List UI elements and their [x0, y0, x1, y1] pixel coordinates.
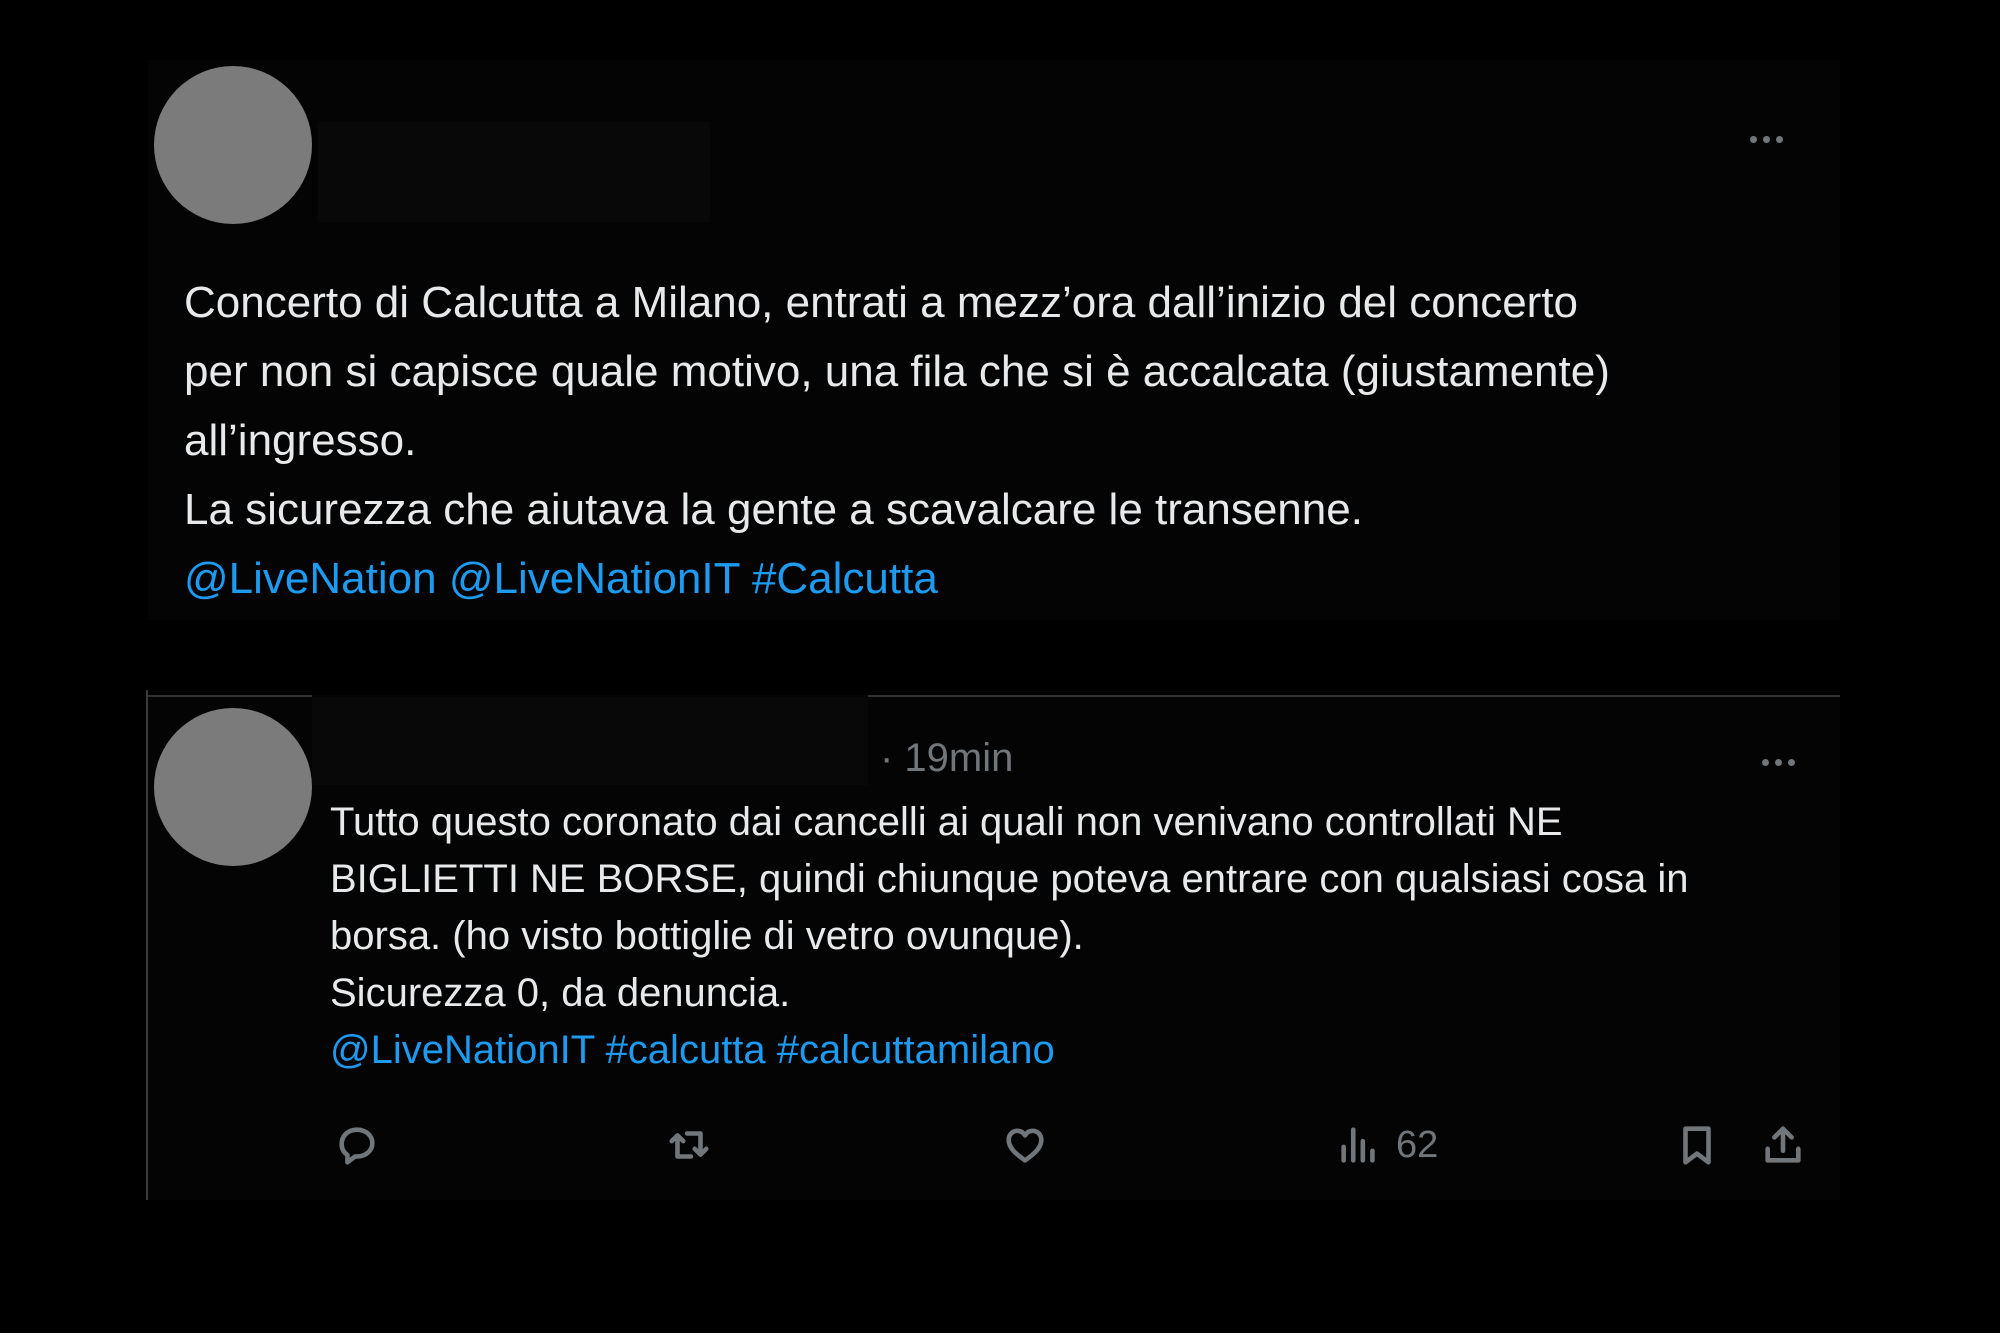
thread-line: [146, 690, 148, 1200]
reply-tags: @LiveNationIT #calcutta #calcuttamilano: [330, 1022, 1810, 1079]
mention-link[interactable]: @LiveNationIT: [330, 1028, 594, 1072]
mention-link[interactable]: @LiveNation: [184, 554, 437, 603]
reply-text: Tutto questo coronato dai cancelli ai qu…: [330, 794, 1810, 1079]
tweet-line: all’ingresso.: [184, 416, 417, 465]
reply-line: BIGLIETTI NE BORSE, quindi chiunque pote…: [330, 857, 1689, 901]
speech-bubble-icon: [339, 1127, 375, 1165]
reply-line: Tutto questo coronato dai cancelli ai qu…: [330, 800, 1563, 844]
bar-chart-icon: [1341, 1127, 1375, 1163]
timestamp[interactable]: · 19min: [880, 736, 1013, 781]
more-options-icon[interactable]: [1762, 759, 1795, 766]
tweet-line: per non si capisce quale motivo, una fil…: [184, 347, 1610, 396]
bookmark-icon: [1683, 1126, 1711, 1165]
tweet-line: Concerto di Calcutta a Milano, entrati a…: [184, 278, 1579, 327]
reply-line: borsa. (ho visto bottiglie di vetro ovun…: [330, 914, 1084, 958]
avatar[interactable]: [154, 66, 312, 224]
more-options-icon[interactable]: [1750, 136, 1783, 143]
retweet-icon: [669, 1131, 709, 1159]
divider: [148, 695, 312, 697]
retweet-button[interactable]: [666, 1122, 712, 1168]
tweet-tags: @LiveNation @LiveNationIT #Calcutta: [184, 544, 1824, 613]
divider: [868, 695, 1840, 697]
tweet-line: La sicurezza che aiutava la gente a scav…: [184, 485, 1363, 534]
like-button[interactable]: [1002, 1122, 1048, 1168]
share-upload-icon: [1765, 1126, 1801, 1163]
mention-link[interactable]: @LiveNationIT: [449, 554, 740, 603]
bookmark-button[interactable]: [1674, 1122, 1720, 1168]
hashtag-link[interactable]: #Calcutta: [752, 554, 938, 603]
avatar[interactable]: [154, 708, 312, 866]
reply-line: Sicurezza 0, da denuncia.: [330, 971, 791, 1015]
hashtag-link[interactable]: #calcutta: [606, 1028, 766, 1072]
views-button[interactable]: 62: [1336, 1122, 1438, 1168]
views-count: 62: [1396, 1123, 1439, 1166]
reply-button[interactable]: [334, 1122, 380, 1168]
share-button[interactable]: [1760, 1122, 1806, 1168]
redacted-username: [312, 697, 868, 785]
redacted-username: [318, 122, 710, 222]
heart-icon: [1006, 1128, 1044, 1163]
hashtag-link[interactable]: #calcuttamilano: [777, 1028, 1055, 1072]
tweet-text: Concerto di Calcutta a Milano, entrati a…: [184, 268, 1824, 613]
